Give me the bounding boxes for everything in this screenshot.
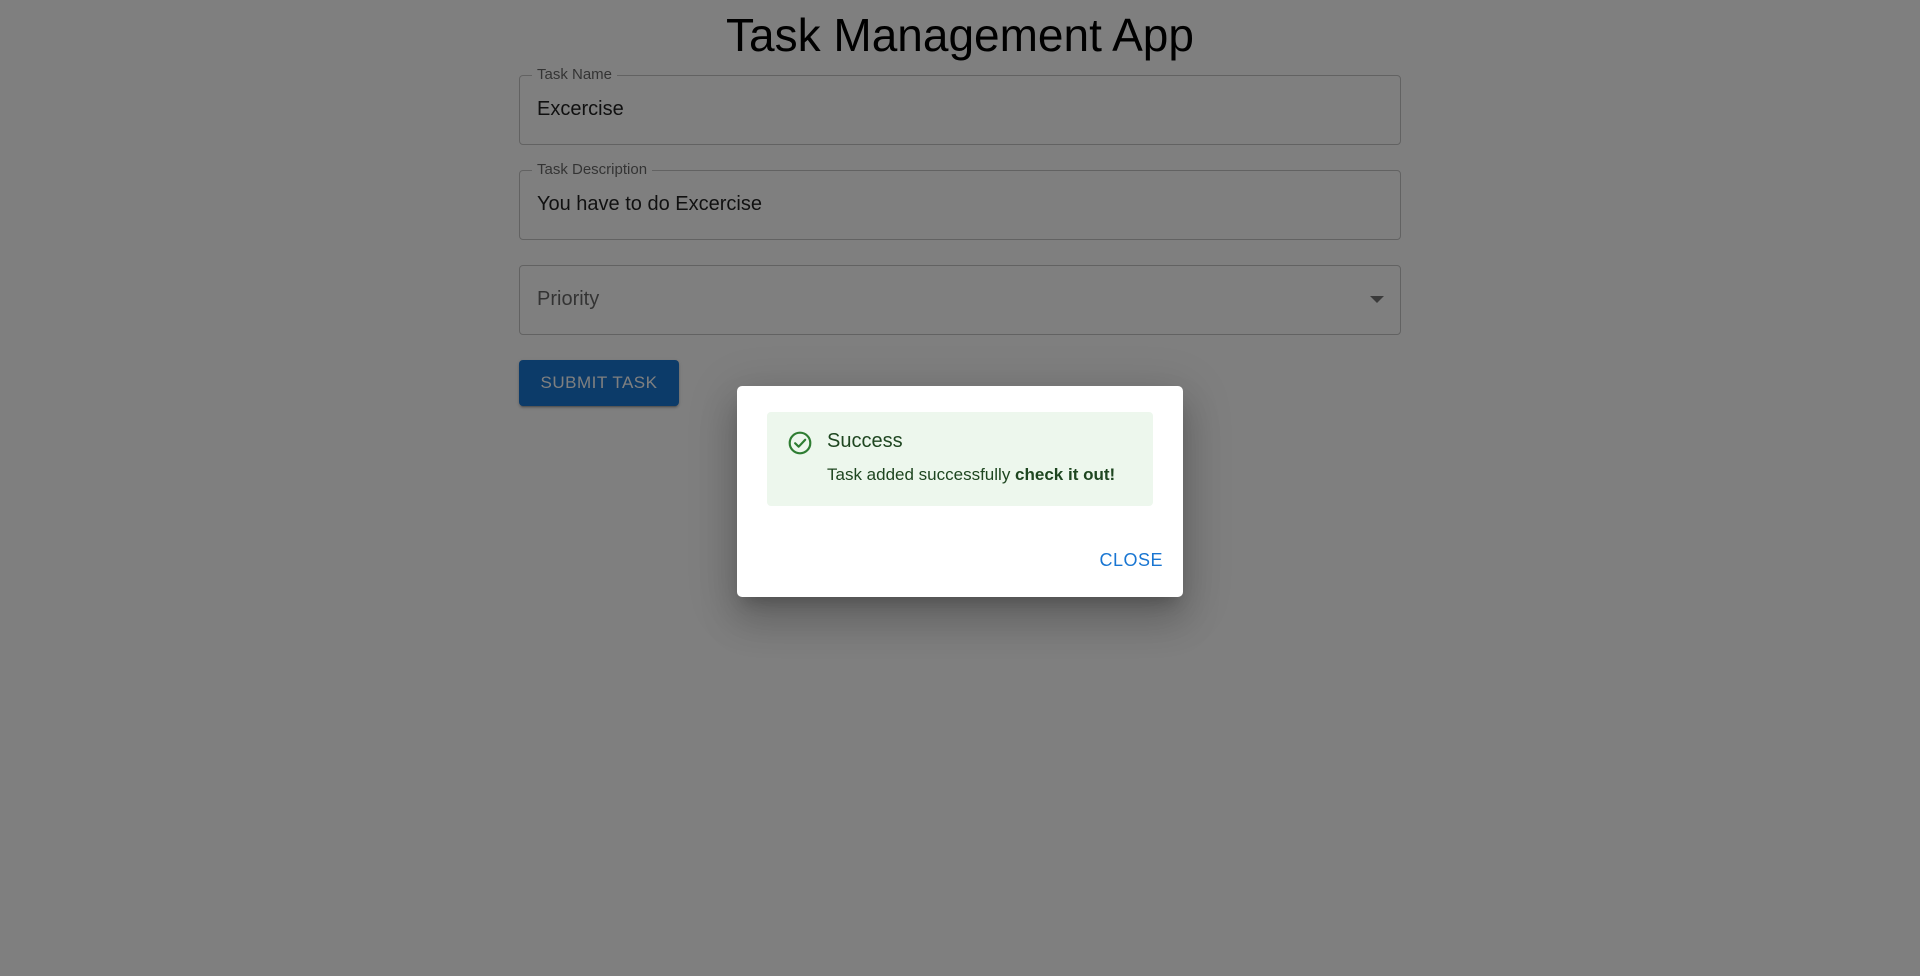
- check-circle-icon: [788, 431, 812, 455]
- success-dialog: Success Task added successfully check it…: [737, 386, 1183, 597]
- success-alert: Success Task added successfully check it…: [767, 412, 1153, 506]
- alert-message-text: Task added successfully: [827, 465, 1016, 484]
- close-button[interactable]: CLOSE: [1097, 546, 1165, 575]
- alert-message: Task added successfully check it out!: [827, 465, 1115, 485]
- app-root: Task Management App Task Name Excercise …: [0, 0, 1920, 976]
- alert-message-emphasis: check it out!: [1015, 465, 1116, 484]
- alert-title: Success: [827, 430, 903, 452]
